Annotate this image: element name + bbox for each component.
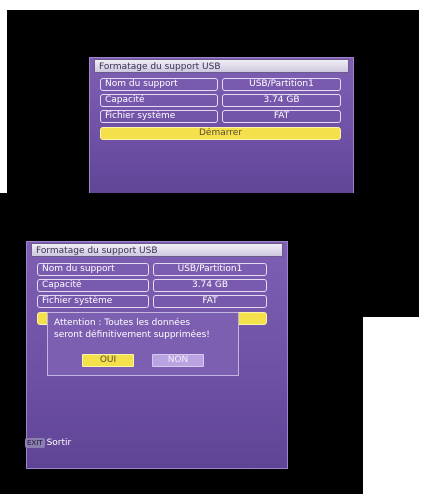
- dialog-line-2: seront définitivement supprimées!: [54, 330, 210, 340]
- panel-title: Formatage du support USB: [31, 243, 283, 257]
- row-label: Capacité: [100, 94, 218, 107]
- row-filesystem[interactable]: Fichier système FAT: [100, 110, 341, 123]
- panel-title: Formatage du support USB: [94, 59, 349, 73]
- row-label: Fichier système: [37, 295, 149, 308]
- row-label: Capacité: [37, 279, 149, 292]
- row-media-name[interactable]: Nom du support USB/Partition1: [37, 263, 267, 276]
- exit-key-icon: EXIT: [25, 437, 45, 448]
- exit-hint[interactable]: EXIT Sortir: [25, 437, 71, 449]
- row-value: FAT: [153, 295, 267, 308]
- row-capacity[interactable]: Capacité 3.74 GB: [37, 279, 267, 292]
- row-value: USB/Partition1: [222, 78, 341, 91]
- row-media-name[interactable]: Nom du support USB/Partition1: [100, 78, 341, 91]
- row-label: Nom du support: [100, 78, 218, 91]
- row-value: FAT: [222, 110, 341, 123]
- row-label: Nom du support: [37, 263, 149, 276]
- format-panel: Formatage du support USB Nom du support …: [26, 241, 288, 469]
- row-value: 3.74 GB: [153, 279, 267, 292]
- confirm-dialog: Attention : Toutes les données seront dé…: [47, 312, 239, 376]
- exit-label: Sortir: [46, 438, 72, 448]
- row-label: Fichier système: [100, 110, 218, 123]
- yes-button[interactable]: OUI: [82, 354, 134, 367]
- row-value: USB/Partition1: [153, 263, 267, 276]
- row-filesystem[interactable]: Fichier système FAT: [37, 295, 267, 308]
- no-button[interactable]: NON: [152, 354, 204, 367]
- format-panel: Formatage du support USB Nom du support …: [89, 57, 354, 200]
- row-capacity[interactable]: Capacité 3.74 GB: [100, 94, 341, 107]
- dialog-line-1: Attention : Toutes les données: [54, 318, 191, 328]
- row-value: 3.74 GB: [222, 94, 341, 107]
- dialog-message: Attention : Toutes les données seront dé…: [54, 317, 234, 341]
- start-button[interactable]: Démarrer: [100, 127, 341, 140]
- confirm-screen: Formatage du support USB Nom du support …: [0, 193, 363, 494]
